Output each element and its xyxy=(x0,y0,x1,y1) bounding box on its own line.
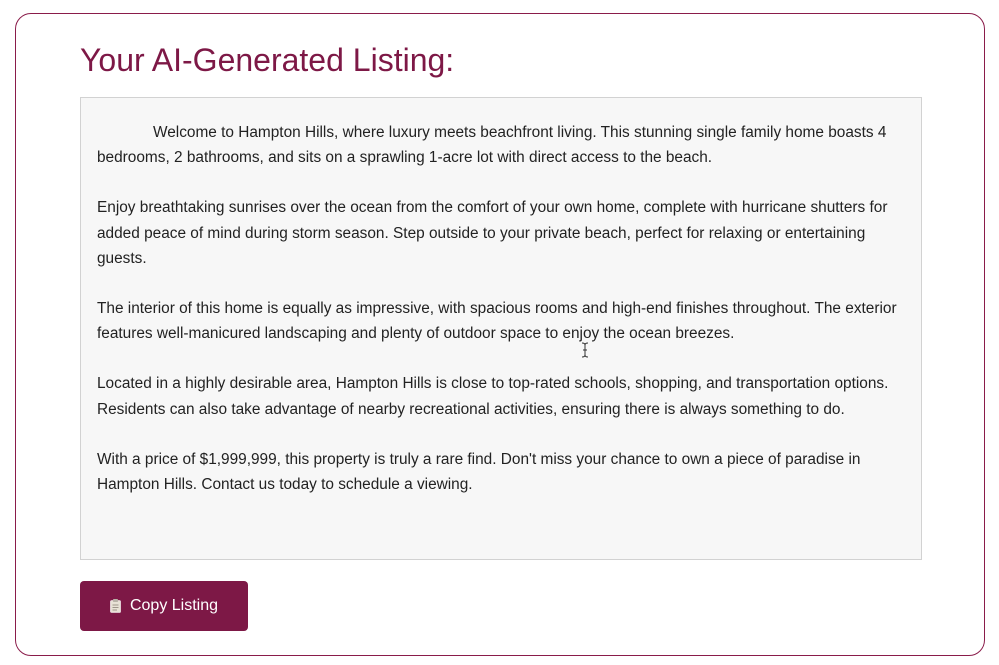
copy-listing-button[interactable]: Copy Listing xyxy=(80,581,248,631)
listing-paragraph: With a price of $1,999,999, this propert… xyxy=(97,450,861,494)
listing-text-area[interactable]: Welcome to Hampton Hills, where luxury m… xyxy=(80,97,922,560)
listing-paragraph: Welcome to Hampton Hills, where luxury m… xyxy=(97,124,887,167)
text-cursor-icon xyxy=(581,342,589,358)
clipboard-icon xyxy=(110,599,121,613)
page-title: Your AI-Generated Listing: xyxy=(80,42,455,78)
listing-card: Your AI-Generated Listing: Welcome to Ha… xyxy=(15,13,985,656)
listing-paragraph: Enjoy breathtaking sunrises over the oce… xyxy=(97,199,888,267)
listing-paragraph: Located in a highly desirable area, Hamp… xyxy=(97,375,889,418)
listing-paragraph: The interior of this home is equally as … xyxy=(97,300,897,343)
copy-listing-label: Copy Listing xyxy=(129,597,219,614)
